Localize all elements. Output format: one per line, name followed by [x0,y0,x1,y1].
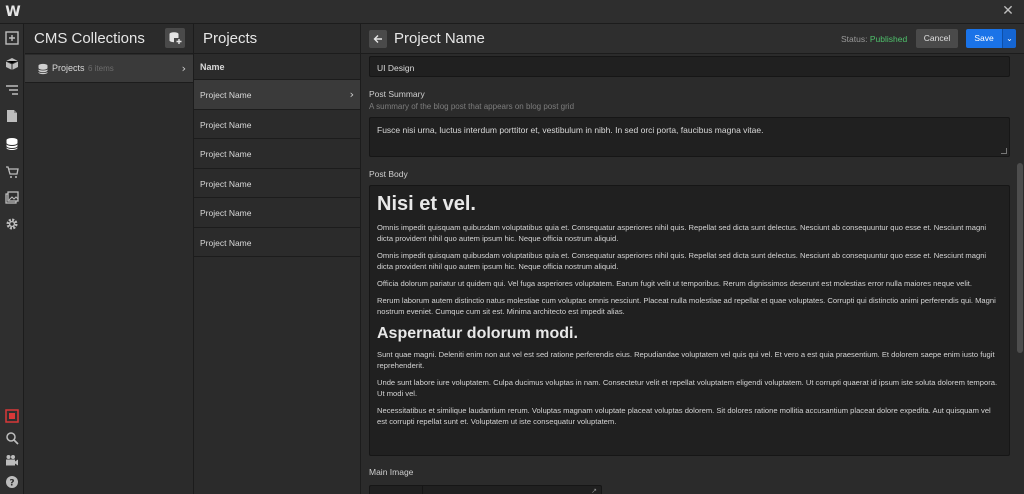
table-row[interactable]: Project Name [194,139,360,169]
chevron-right-icon: › [181,62,186,75]
collection-item-count: 6 items [88,64,114,73]
column-header-name[interactable]: Name [194,54,360,80]
left-toolbar: ? [0,24,24,494]
save-button[interactable]: Save [966,29,1002,48]
project-name: Project Name [200,149,252,159]
projects-header: Projects [194,24,360,54]
database-icon [38,63,48,75]
category-field[interactable]: UI Design [369,56,1010,77]
chevron-down-icon: ⌄ [1006,34,1013,43]
editor-header: Project Name Status: Published Cancel Sa… [361,24,1024,54]
save-options-dropdown[interactable]: ⌄ [1002,29,1016,48]
post-summary-hint: A summary of the blog post that appears … [369,102,575,111]
webflow-logo[interactable]: W [4,3,22,21]
divider [422,486,423,494]
status-text: Status: Published [841,34,907,44]
project-name: Project Name [200,237,252,248]
arrow-left-icon [373,35,382,43]
editor-scrollbar[interactable] [1016,55,1024,494]
table-row[interactable]: Project Name [194,228,360,257]
add-icon[interactable] [4,30,20,46]
body-paragraph: Omnis impedit quisquam quibusdam volupta… [377,223,987,243]
help-icon[interactable]: ? [4,474,20,490]
item-title: Project Name [394,30,485,47]
back-button[interactable] [369,30,387,48]
main-image-uploader[interactable]: ↗ [369,485,602,494]
cancel-button[interactable]: Cancel [916,29,958,48]
scrollbar-thumb[interactable] [1017,163,1023,353]
navigator-icon[interactable] [4,82,20,98]
close-icon[interactable]: ✕ [1000,3,1016,19]
category-value: UI Design [377,63,415,73]
panel-title: CMS Collections [34,30,145,47]
post-summary-value: Fusce nisi urna, luctus interdum porttit… [377,125,764,135]
project-name: Project Name [200,119,252,130]
add-database-icon [169,32,182,44]
top-bar: W ✕ [0,0,1024,24]
search-icon[interactable] [4,430,20,446]
body-paragraph: Omnis impedit quisquam quibusdam volupta… [377,251,987,271]
column-header-label: Name [200,62,225,72]
body-heading-1: Nisi et vel. [377,193,476,215]
table-row[interactable]: Project Name [194,169,360,198]
body-paragraph: Unde sunt labore iure voluptatem. Culpa … [377,378,998,398]
add-collection-button[interactable] [165,28,185,48]
post-body-label: Post Body [369,169,408,179]
body-paragraph: Rerum laborum autem distinctio natus mol… [377,296,996,316]
external-link-icon[interactable]: ↗ [591,487,597,494]
body-heading-2: Aspernatur dolorum modi. [377,325,578,342]
body-paragraph: Sunt quae magni. Deleniti enim non aut v… [377,350,995,370]
item-editor: Project Name Status: Published Cancel Sa… [361,24,1024,494]
chevron-right-icon: › [349,88,354,101]
collection-label: Projects [52,63,85,73]
settings-icon[interactable] [4,216,20,232]
status-label: Status: [841,34,868,44]
svg-text:?: ? [9,479,14,489]
status-badge: Published [869,34,908,44]
body-paragraph: Necessitatibus et similique laudantium r… [377,406,991,426]
project-name: Project Name [200,178,252,189]
ecommerce-icon[interactable] [4,164,20,180]
table-row[interactable]: Project Name › [194,80,360,110]
post-body-rich-text[interactable]: Nisi et vel. Omnis impedit quisquam quib… [369,185,1010,456]
cms-collections-panel: CMS Collections Projects 6 items › [25,24,194,494]
cms-icon[interactable] [4,136,20,152]
post-summary-label: Post Summary [369,89,425,99]
projects-panel: Projects Name Project Name › Project Nam… [194,24,361,494]
video-icon[interactable] [4,452,20,468]
table-row[interactable]: Project Name [194,198,360,228]
record-icon[interactable] [4,408,20,424]
collection-item-projects[interactable]: Projects 6 items › [25,55,193,83]
table-row[interactable]: Project Name [194,110,360,139]
editor-form: UI Design Post Summary A summary of the … [361,55,1016,494]
pages-icon[interactable] [4,108,20,124]
assets-icon[interactable] [4,190,20,206]
main-image-label: Main Image [369,467,414,477]
body-paragraph: Officia dolorum pariatur ut quidem qui. … [377,279,972,288]
post-summary-textarea[interactable]: Fusce nisi urna, luctus interdum porttit… [369,117,1010,157]
cms-collections-header: CMS Collections [25,24,193,54]
project-name: Project Name [200,90,252,100]
panel-title: Projects [203,30,258,47]
resize-handle[interactable] [1001,148,1007,154]
project-name: Project Name [200,208,252,218]
box-icon[interactable] [4,56,20,72]
